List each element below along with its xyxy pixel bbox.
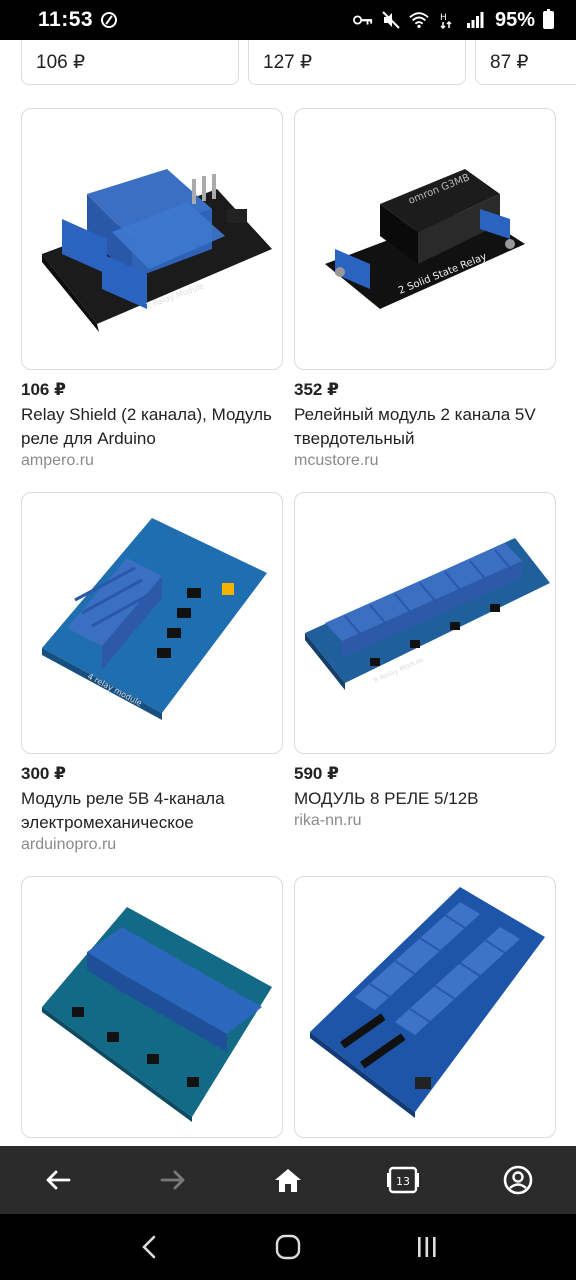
result-card[interactable]: 4 relay module 300 ₽ Модуль реле 5В 4-ка… (21, 492, 283, 854)
recents-icon (417, 1237, 436, 1257)
tabs-button[interactable]: 13 (373, 1150, 433, 1210)
wifi-icon (409, 11, 429, 29)
result-title[interactable]: Relay Shield (2 канала), Модуль реле для… (21, 403, 283, 451)
result-card-partial[interactable]: 127 ₽ (248, 40, 466, 85)
back-arrow-icon (46, 1170, 70, 1190)
system-home-button[interactable] (258, 1217, 318, 1277)
result-card[interactable]: 2 Relay Module 106 ₽ Relay Shield (2 кан… (21, 108, 283, 470)
system-navigation-bar (0, 1214, 576, 1280)
status-bar: 11:53 H 95% (0, 0, 576, 40)
result-card-partial[interactable]: 87 ₽ (475, 40, 576, 85)
result-source: mcustore.ru (294, 452, 379, 469)
svg-text:H: H (440, 13, 447, 23)
tab-count: 13 (396, 1175, 410, 1188)
relay-2ch-image: 2 Relay Module (42, 169, 272, 332)
status-time: 11:53 (38, 8, 94, 31)
browser-toolbar: 13 (0, 1146, 576, 1214)
result-card[interactable] (21, 876, 283, 1138)
account-button[interactable] (488, 1150, 548, 1210)
battery-icon (543, 9, 554, 29)
back-button[interactable] (28, 1150, 88, 1210)
forward-button[interactable] (143, 1150, 203, 1210)
solid-state-relay-image: omron G3MB 2 Solid State Relay (325, 169, 525, 309)
mute-icon (381, 11, 401, 29)
tabs-icon: 13 (387, 1166, 420, 1194)
result-card-partial[interactable]: 106 ₽ (21, 40, 239, 85)
result-card[interactable]: omron G3MB 2 Solid State Relay 352 ₽ Рел… (294, 108, 556, 470)
system-back-button[interactable] (119, 1217, 179, 1277)
home-icon (274, 1169, 301, 1192)
product-image[interactable]: 4 relay module (21, 492, 283, 754)
result-source: ampero.ru (21, 452, 94, 469)
result-title[interactable]: Модуль реле 5В 4-канала электромеханичес… (21, 787, 283, 835)
product-image[interactable]: omron G3MB 2 Solid State Relay (294, 108, 556, 370)
result-title[interactable]: МОДУЛЬ 8 РЕЛЕ 5/12В (294, 787, 556, 811)
result-price: 106 ₽ (36, 52, 86, 73)
result-price: 127 ₽ (263, 52, 313, 73)
result-price: 106 ₽ (21, 380, 66, 399)
result-source: rika-nn.ru (294, 812, 362, 829)
home-button[interactable] (258, 1150, 318, 1210)
home-circle-icon (275, 1234, 301, 1260)
product-image[interactable] (21, 876, 283, 1138)
product-image[interactable]: 8 Relay Module (294, 492, 556, 754)
result-price: 300 ₽ (21, 764, 66, 783)
product-image[interactable] (294, 876, 556, 1138)
relay-4ch-teal-image (42, 907, 272, 1122)
result-price: 352 ₽ (294, 380, 339, 399)
relay-16ch-image (310, 887, 545, 1118)
result-card[interactable]: 8 Relay Module 590 ₽ МОДУЛЬ 8 РЕЛЕ 5/12В… (294, 492, 556, 830)
system-recents-button[interactable] (397, 1217, 457, 1277)
key-icon (352, 11, 373, 29)
relay-4ch-image: 4 relay module (42, 518, 267, 720)
result-price: 87 ₽ (490, 52, 529, 73)
previous-results-row: 106 ₽ 127 ₽ 87 ₽ (0, 40, 576, 86)
relay-8ch-image: 8 Relay Module (305, 538, 550, 690)
search-results[interactable]: 106 ₽ 127 ₽ 87 ₽ 2 Relay Module 106 ₽ Re… (0, 40, 576, 1146)
back-chevron-icon (142, 1235, 156, 1259)
forward-arrow-icon (160, 1170, 185, 1190)
network-type-icon: H (437, 11, 457, 29)
battery-percent: 95% (494, 8, 535, 31)
result-card[interactable] (294, 876, 556, 1138)
signal-icon (465, 11, 485, 29)
result-title[interactable]: Релейный модуль 2 канала 5V твердотельны… (294, 403, 556, 451)
result-source: arduinopro.ru (21, 836, 117, 853)
account-icon (504, 1165, 533, 1195)
result-price: 590 ₽ (294, 764, 339, 783)
data-saver-icon (101, 12, 118, 28)
product-image[interactable]: 2 Relay Module (21, 108, 283, 370)
status-icons: H 95% (352, 8, 554, 32)
